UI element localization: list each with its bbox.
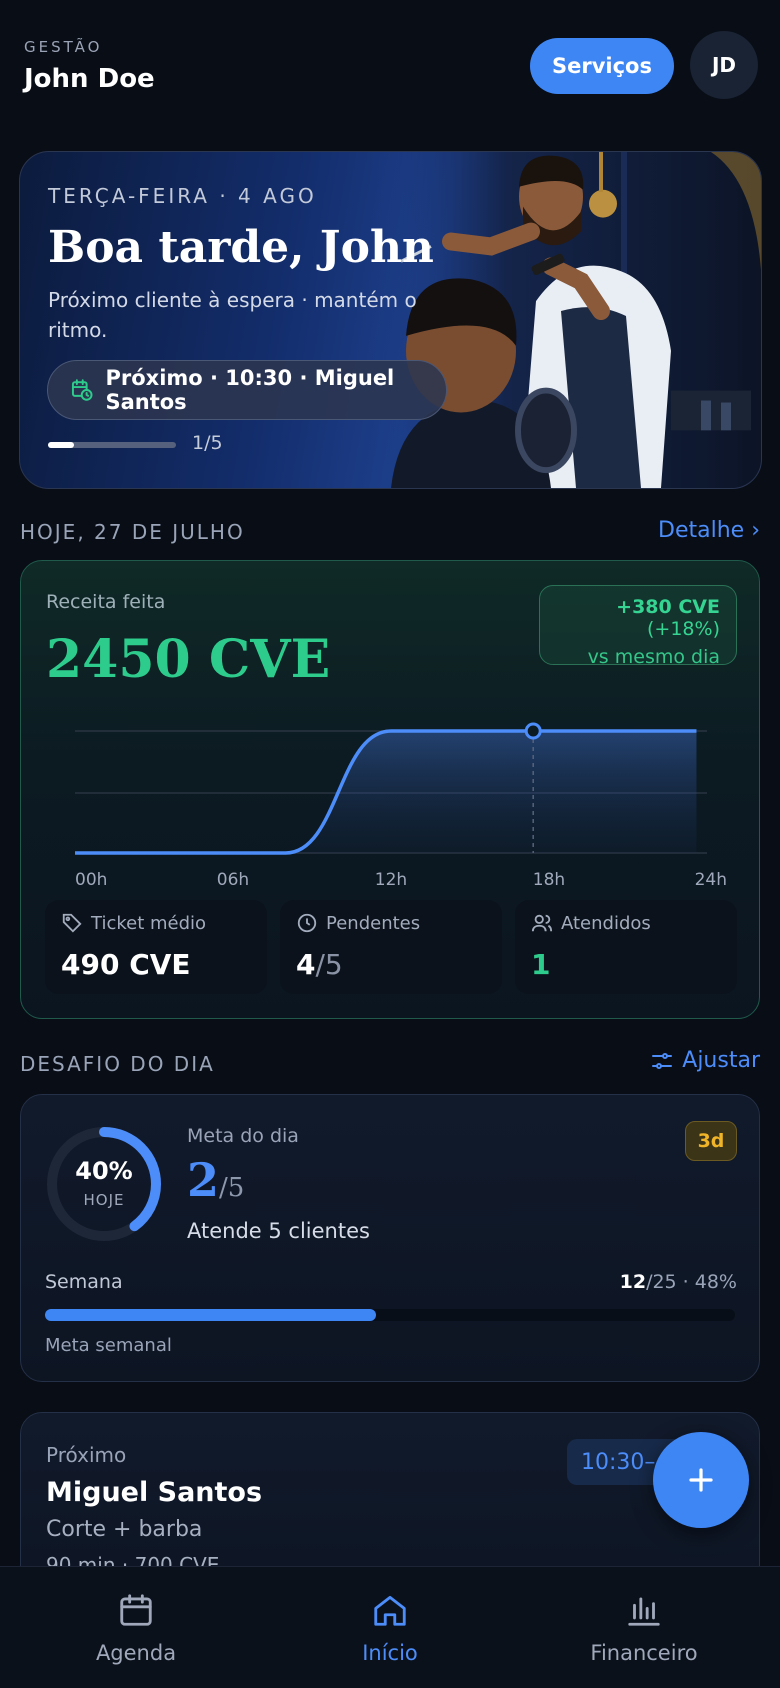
sliders-icon [652,1052,673,1069]
next-client-name: Miguel Santos [46,1477,263,1508]
adjust-link[interactable]: Ajustar [650,1048,760,1073]
stat-pending-value-row: 4/5 [296,948,343,981]
stat-pending-value: 4 [296,948,316,981]
chart-x-tick: 24h [695,870,727,890]
goal-value-row: 2/5 [187,1153,244,1207]
calendar-clock-icon [71,379,93,401]
avatar[interactable]: JD [690,31,758,99]
daily-progress-ring: 40% HOJE [45,1125,163,1243]
chart-x-tick: 18h [533,870,565,890]
app-header: GESTÃO John Doe Serviços JD [24,31,758,102]
nav-inicio[interactable]: Início [290,1591,490,1665]
goal-value: 2 [187,1153,220,1207]
hero-card: TERÇA-FEIRA · 4 AGO Boa tarde, John Próx… [19,151,762,489]
stat-ticket-label: Ticket médio [91,912,207,934]
hero-subtitle: Próximo cliente à espera · mantém o ritm… [48,288,417,342]
chart-marker-point [524,722,542,740]
revenue-value: 2450 CVE [46,629,331,690]
detail-link[interactable]: Detalhe › [658,518,760,543]
nav-inicio-label: Início [362,1641,418,1665]
stat-pending-label-row: Pendentes [296,912,420,934]
week-label: Semana [45,1271,123,1293]
nav-agenda[interactable]: Agenda [36,1591,236,1665]
revenue-delta-amount: +380 CVE [616,596,720,618]
ring-percent: 40% [75,1157,133,1185]
nav-financeiro[interactable]: Financeiro [544,1591,744,1665]
stat-served-label: Atendidos [561,912,651,934]
calendar-icon [120,1594,152,1626]
goal-total: /5 [219,1173,245,1203]
revenue-delta-badge: +380 CVE (+18%) vs mesmo dia [539,585,737,668]
goal-description: Atende 5 clientes [187,1219,370,1243]
revenue-delta-caption: vs mesmo dia [587,646,720,668]
hero-progress-bar [48,442,176,448]
hero-progress-fill [48,442,74,448]
tag-icon [62,913,82,933]
chart-x-tick: 06h [217,870,249,890]
revenue-delta-line: +380 CVE (+18%) [556,596,720,640]
plus-icon [689,1468,713,1492]
goal-label: Meta do dia [187,1125,299,1147]
week-rest: /25 · 48% [646,1271,737,1293]
challenge-title: DESAFIO DO DIA [20,1052,215,1076]
stat-pending-total: /5 [315,948,343,981]
home-icon [374,1595,406,1626]
revenue-chart: 00h 06h 12h 18h 24h [75,722,727,890]
revenue-label: Receita feita [46,591,166,613]
stat-pending: Pendentes 4/5 [280,900,502,994]
stat-ticket: Ticket médio 490 CVE [45,900,267,994]
next-appointment-label: Próximo · 10:30 · Miguel Santos [105,366,395,414]
stat-served-value: 1 [531,948,551,981]
week-done: 12 [619,1271,647,1293]
week-caption: Meta semanal [45,1335,172,1356]
add-button[interactable] [653,1432,749,1528]
hero-progress-count: 1/5 [192,432,223,454]
next-label: Próximo [46,1443,127,1467]
week-progress-fill [45,1309,377,1321]
stat-pending-label: Pendentes [326,912,421,934]
today-title: HOJE, 27 DE JULHO [20,520,245,544]
week-progress-text: 12/25 · 48% [620,1271,737,1293]
adjust-label: Ajustar [682,1048,760,1073]
stat-served-label-row: Atendidos [531,912,651,934]
hero-greeting: Boa tarde, John [48,222,434,273]
chart-x-tick: 12h [375,870,407,890]
streak-badge: 3d [685,1121,737,1161]
chart-area [75,731,697,853]
chart-x-tick: 00h [75,870,107,890]
revenue-delta-percent: (+18%) [647,618,720,640]
nav-agenda-label: Agenda [95,1641,177,1665]
ring-caption: HOJE [83,1191,125,1209]
hero-date: TERÇA-FEIRA · 4 AGO [48,184,317,208]
stat-served: Atendidos 1 [515,900,737,994]
clock-icon [297,913,317,933]
stat-ticket-label-row: Ticket médio [61,912,206,934]
services-button[interactable]: Serviços [530,38,674,94]
bottom-nav: Agenda Início Financeiro [0,1566,780,1688]
next-appointment-pill[interactable]: Próximo · 10:30 · Miguel Santos [47,360,447,420]
users-icon [531,914,553,932]
challenge-card: 40% HOJE Meta do dia 2/5 Atende 5 client… [20,1094,760,1382]
week-progress-bar [45,1309,735,1321]
nav-financeiro-label: Financeiro [590,1641,698,1665]
revenue-card: Receita feita 2450 CVE +380 CVE (+18%) v… [20,560,760,1019]
next-service: Corte + barba [46,1517,203,1542]
hero-content: TERÇA-FEIRA · 4 AGO Boa tarde, John Próx… [48,184,478,345]
stat-ticket-value: 490 CVE [61,948,191,981]
bar-chart-icon [628,1597,660,1626]
